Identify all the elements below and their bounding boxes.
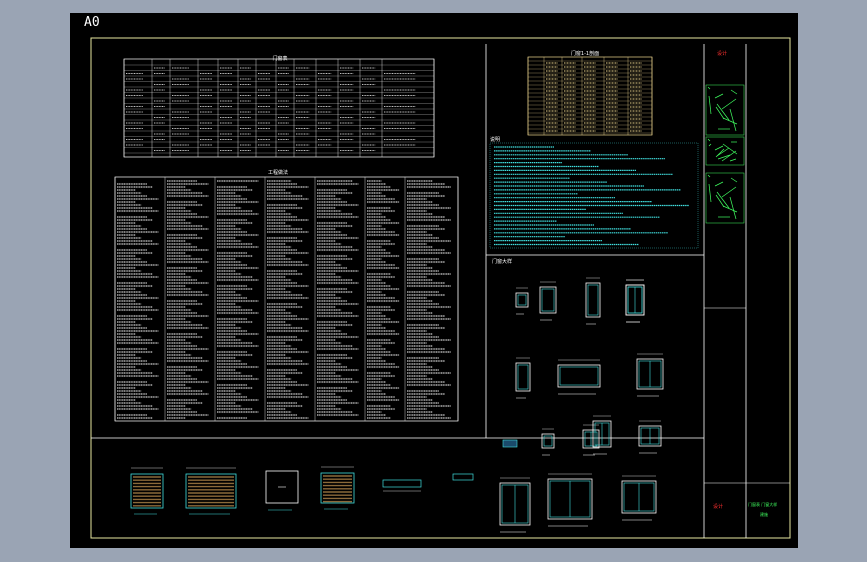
thumbnail-stroke — [707, 86, 711, 90]
door-window-table: 门窗表 — [123, 55, 435, 158]
section-table-title: 门窗1-1剖面 — [571, 50, 599, 57]
titleblock-sheet-no: 建施 — [760, 511, 768, 517]
title-block: 设计 设计 门窗表 门窗大样 建施 — [705, 50, 777, 517]
thumbnail-stroke — [714, 181, 724, 187]
thumbnail-stroke — [721, 98, 737, 110]
window-sash — [541, 288, 555, 312]
thumbnail-stroke — [722, 143, 738, 155]
thumbnail-stroke — [716, 147, 730, 157]
elevations-title: 门窗大样 — [492, 258, 512, 265]
window-frame — [557, 364, 601, 388]
outer-frame — [90, 37, 791, 539]
thumbnail-stroke — [715, 148, 725, 158]
notes-title: 说明 — [490, 136, 500, 143]
notes-block: 说明 — [489, 136, 699, 249]
thumbnail-stroke — [722, 117, 738, 125]
door-window-table-title: 门窗表 — [272, 55, 287, 62]
thumbnail-stroke — [714, 93, 724, 99]
thumbnail-stroke — [730, 89, 738, 95]
construction-notes-title: 工程做法 — [268, 169, 288, 176]
titleblock-stamp: 设计 — [717, 50, 727, 57]
window-sash — [517, 294, 527, 306]
thumbnail-stroke — [729, 108, 737, 132]
drawing-canvas: 门窗表 工程做法 门窗1-1剖面 说明 门窗大样 设计 设计 门窗表 门窗大样 … — [90, 37, 791, 539]
window-sash — [517, 364, 529, 390]
window-elevations: 门窗大样 — [492, 258, 664, 533]
thumbnail-stroke — [721, 186, 737, 198]
sill-detail — [382, 479, 422, 488]
section-table: 门窗1-1剖面 — [527, 50, 653, 136]
thumbnail-frame — [705, 172, 745, 224]
thumbnail-stroke — [708, 95, 712, 115]
thumbnail-stroke — [729, 196, 737, 220]
titleblock-stamp-2: 设计 — [713, 503, 723, 510]
thumbnail-stroke — [730, 177, 738, 183]
bottom-details — [130, 439, 518, 515]
titleblock-drawing-name: 门窗表 门窗大样 — [748, 501, 777, 507]
small-detail — [502, 439, 518, 448]
thumbnail-stroke — [707, 174, 711, 178]
window-sash — [587, 284, 599, 316]
thumbnail-stroke — [707, 138, 711, 142]
thumbnail-stroke — [708, 143, 712, 147]
thumbnail-frame — [705, 84, 745, 136]
thumbnail-stroke — [714, 145, 724, 151]
window-frame — [539, 286, 557, 314]
construction-notes-table: 工程做法 — [114, 169, 459, 422]
drawing-sheet: A0 门窗表 工程做法 门窗1-1剖面 说明 门窗大样 设计 设计 门窗表 门窗… — [70, 13, 798, 548]
thumbnail-stroke — [722, 205, 738, 213]
lintel-detail — [452, 473, 474, 481]
thumbnail-stroke — [729, 158, 737, 162]
thumbnail-stroke — [708, 183, 712, 203]
window-sash — [543, 435, 553, 447]
window-sash — [559, 366, 599, 386]
